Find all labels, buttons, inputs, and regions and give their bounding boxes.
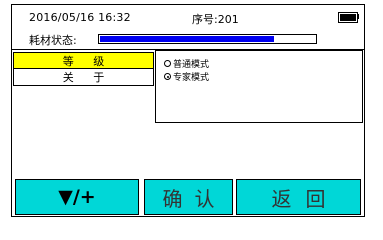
radio-checked-icon[interactable] [164, 73, 171, 80]
status-bar: 2016/05/16 16:32 序号:201 耗材状态: [12, 5, 364, 47]
back-button[interactable]: 返回 [236, 179, 361, 215]
consumable-progress-fill [100, 36, 274, 42]
device-screen: 2016/05/16 16:32 序号:201 耗材状态: 等 级 关 于 普通… [11, 4, 365, 217]
mode-options-panel: 普通模式 专家模式 [155, 50, 363, 123]
softkey-bar: ▼/+ 确认 返回 [12, 179, 364, 216]
option-expert-mode[interactable]: 专家模式 [164, 73, 209, 84]
battery-tip [357, 14, 359, 19]
menu-list: 等 级 关 于 [13, 52, 154, 86]
confirm-button[interactable]: 确认 [144, 179, 233, 215]
option-normal-mode-label: 普通模式 [173, 60, 210, 70]
option-normal-mode[interactable]: 普通模式 [164, 60, 209, 71]
datetime: 2016/05/16 16:32 [29, 11, 131, 24]
menu-item-about[interactable]: 关 于 [13, 69, 154, 86]
radio-unchecked-icon[interactable] [164, 60, 171, 67]
down-plus-button[interactable]: ▼/+ [15, 179, 139, 215]
menu-item-level[interactable]: 等 级 [13, 52, 154, 69]
option-expert-mode-label: 专家模式 [173, 73, 210, 83]
battery-full-icon [338, 12, 358, 23]
consumable-progress-bar [98, 34, 317, 44]
serial-number: 序号:201 [192, 13, 239, 26]
consumable-status-label: 耗材状态: [29, 34, 77, 47]
